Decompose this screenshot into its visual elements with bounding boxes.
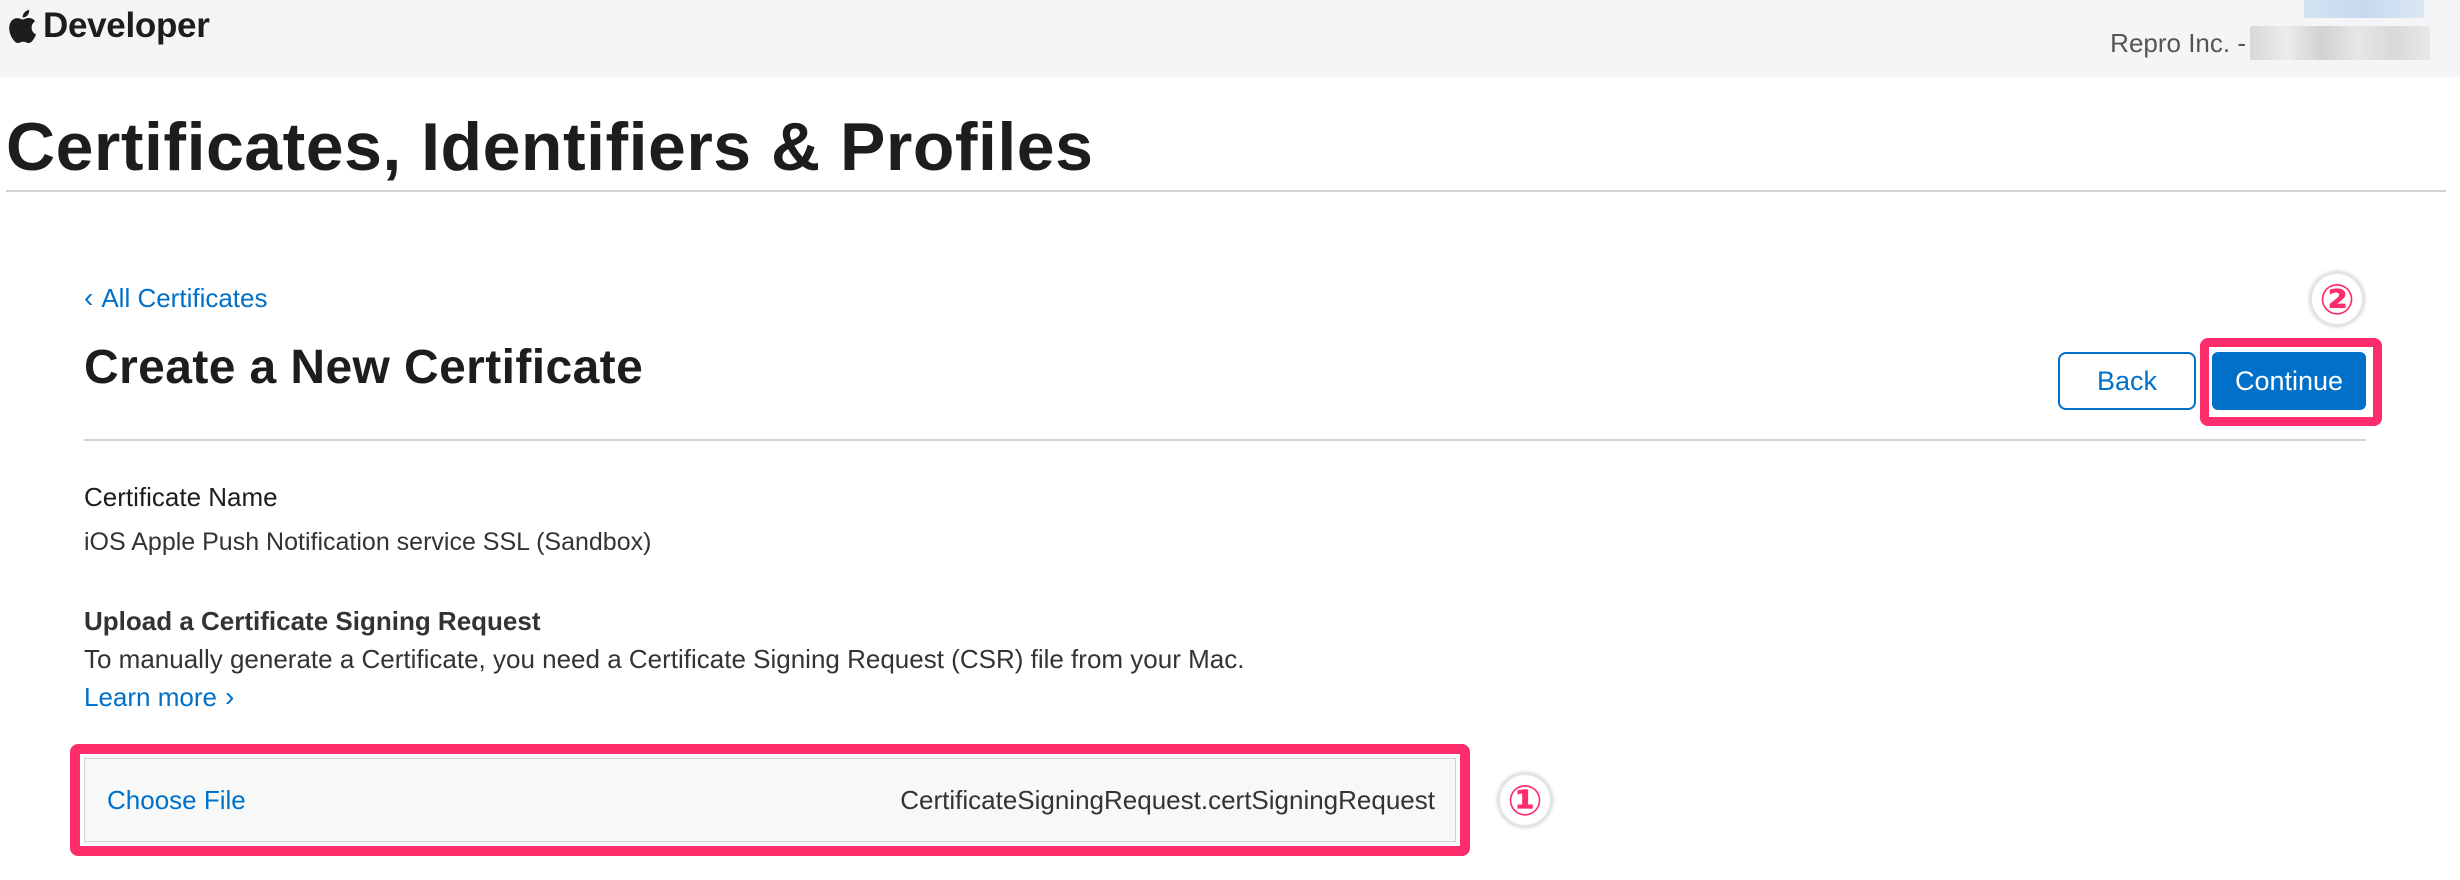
selected-file-name: CertificateSigningRequest.certSigningReq… (900, 784, 1435, 815)
learn-more-label: Learn more (84, 681, 217, 712)
file-upload-field[interactable]: Choose File CertificateSigningRequest.ce… (84, 758, 1456, 842)
section-title: Create a New Certificate (84, 341, 644, 394)
title-divider (6, 190, 2446, 192)
page-title: Certificates, Identifiers & Profiles (6, 109, 1094, 185)
account-menu[interactable]: Repro Inc. - (2110, 26, 2430, 60)
choose-file-button[interactable]: Choose File (107, 785, 246, 816)
annotation-marker-1: ① (1498, 773, 1552, 827)
section-divider (84, 439, 2366, 441)
chevron-right-icon: › (224, 681, 235, 712)
developer-home-link[interactable]: Developer (6, 2, 210, 50)
annotation-marker-2: ② (2310, 272, 2364, 326)
top-navigation-bar: Developer Repro Inc. - (0, 0, 2460, 77)
learn-more-link[interactable]: Learn more › (84, 681, 234, 713)
all-certificates-label: All Certificates (101, 282, 268, 313)
upload-csr-label: Upload a Certificate Signing Request (84, 606, 541, 636)
continue-button[interactable]: Continue (2212, 352, 2366, 410)
all-certificates-link[interactable]: ‹ All Certificates (84, 282, 267, 314)
apple-icon (9, 9, 36, 43)
redacted-team-id (2250, 26, 2430, 60)
upload-csr-description: To manually generate a Certificate, you … (84, 644, 1245, 674)
redacted-region (2304, 0, 2424, 18)
account-name: Repro Inc. - (2110, 27, 2246, 58)
back-button[interactable]: Back (2058, 352, 2196, 410)
brand-name: Developer (43, 6, 210, 45)
chevron-left-icon: ‹ (84, 282, 94, 313)
certificate-name-value: iOS Apple Push Notification service SSL … (84, 528, 652, 556)
certificate-name-label: Certificate Name (84, 482, 278, 512)
